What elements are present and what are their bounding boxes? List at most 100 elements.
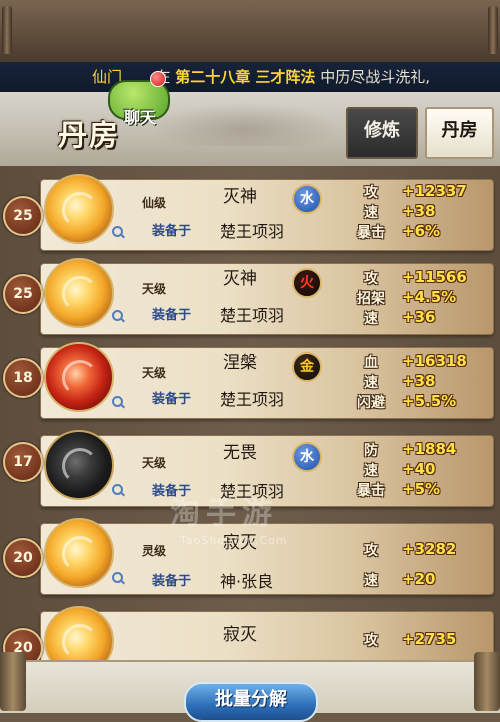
orb-swirl (62, 192, 98, 228)
batch-decompose-button[interactable]: 批量分解 (184, 682, 318, 722)
rank-label: 天级 (142, 282, 167, 296)
orb-swirl (62, 448, 98, 484)
pill-orb-icon[interactable] (44, 518, 114, 588)
system-ticker: 仙门 在 第二十八章 三才阵法 中历尽战斗洗礼, (0, 62, 500, 94)
magnify-icon[interactable] (112, 310, 124, 322)
stat-row: 攻 +2735 (350, 630, 490, 650)
stat-value: +6% (402, 222, 441, 240)
stat-value: +40 (402, 460, 436, 478)
element-metal-icon: 金 (292, 352, 322, 382)
scroll-roll-right (474, 652, 500, 711)
stat-value: +5% (402, 480, 441, 498)
item-list[interactable]: 25 仙级 灭神 水 装备于 楚王项羽 攻 +12337 速 +38 暴击 +6% 2… (0, 166, 500, 711)
stat-name: 防 (364, 443, 378, 459)
ticker-chapter: 第二十八章 三才阵法 (175, 68, 316, 86)
item-name: 无畏 (223, 443, 257, 463)
stat-name: 招架 (357, 291, 385, 307)
element-fire-icon: 火 (292, 268, 322, 298)
stat-row: 防 +1884 (350, 440, 490, 460)
pill-orb-icon[interactable] (44, 258, 114, 328)
stat-row: 速 +38 (350, 372, 490, 392)
magnify-icon[interactable] (112, 572, 124, 584)
stat-name: 速 (364, 573, 378, 589)
level-badge: 17 (3, 442, 43, 482)
equip-hero: 楚王项羽 (220, 306, 285, 325)
watermark-url: TaoShouYou.Com (180, 534, 288, 547)
stat-row: 速 +40 (350, 460, 490, 480)
stat-value: +38 (402, 202, 436, 220)
equip-hero: 楚王项羽 (220, 390, 285, 409)
stat-name: 速 (364, 375, 378, 391)
stat-row: 招架 +4.5% (350, 288, 490, 308)
stat-value: +38 (402, 372, 436, 390)
equip-label: 装备于 (152, 392, 192, 407)
orb-swirl (62, 536, 98, 572)
stat-row: 攻 +3282 (350, 540, 490, 560)
level-badge: 25 (3, 274, 43, 314)
stat-row: 速 +36 (350, 308, 490, 328)
stat-row: 暴击 +5% (350, 480, 490, 500)
top-frame (0, 0, 500, 65)
stat-row: 攻 +12337 (350, 182, 490, 202)
stat-row: 血 +16318 (350, 352, 490, 372)
equip-label: 装备于 (152, 574, 192, 589)
equip-hero: 楚王项羽 (220, 222, 285, 241)
stat-value: +4.5% (402, 288, 457, 306)
element-water-icon: 水 (292, 184, 322, 214)
stat-row: 暴击 +6% (350, 222, 490, 242)
equip-label: 装备于 (152, 308, 192, 323)
stat-name: 速 (364, 463, 378, 479)
tab-danfang[interactable]: 丹房 (425, 107, 494, 159)
rank-label: 仙级 (142, 196, 167, 210)
scroll-roll-left (0, 652, 26, 711)
magnify-icon[interactable] (112, 484, 124, 496)
stat-name: 暴击 (357, 483, 385, 499)
stat-name: 暴击 (357, 225, 385, 241)
stat-value: +1884 (402, 440, 457, 458)
stat-row: 攻 +11566 (350, 268, 490, 288)
rank-label: 天级 (142, 366, 167, 380)
list-item[interactable]: 25 仙级 灭神 水 装备于 楚王项羽 攻 +12337 速 +38 暴击 +6% (0, 174, 500, 251)
ticker-text-b: 中历尽战斗洗礼, (320, 68, 430, 86)
orb-swirl (62, 624, 98, 660)
watermark-logo: 淘手游 (170, 496, 278, 531)
pill-orb-icon[interactable] (44, 342, 114, 412)
stat-row: 速 +38 (350, 202, 490, 222)
stat-name: 攻 (364, 271, 378, 287)
rank-label: 灵级 (142, 544, 167, 558)
stat-value: +5.5% (402, 392, 457, 410)
stat-row: 速 +20 (350, 570, 490, 590)
level-badge: 20 (3, 538, 43, 578)
rank-label: 天级 (142, 456, 167, 470)
list-item[interactable]: 25 天级 灭神 火 装备于 楚王项羽 攻 +11566 招架 +4.5% 速 +36 (0, 258, 500, 335)
magnify-icon[interactable] (112, 396, 124, 408)
equip-label: 装备于 (152, 224, 192, 239)
stat-value: +20 (402, 570, 436, 588)
stat-value: +3282 (402, 540, 457, 558)
item-name: 寂灭 (223, 625, 257, 645)
level-badge: 18 (3, 358, 43, 398)
stat-value: +12337 (402, 182, 467, 200)
stat-name: 攻 (364, 633, 378, 649)
stat-name: 攻 (364, 185, 378, 201)
page-title: 丹房 (58, 118, 121, 152)
element-water-icon: 水 (292, 442, 322, 472)
stat-value: +2735 (402, 630, 457, 648)
item-name: 灭神 (223, 187, 257, 207)
notification-dot-icon (150, 71, 166, 87)
chat-button-label[interactable]: 聊天 (124, 104, 156, 128)
pill-orb-icon[interactable] (44, 430, 114, 500)
magnify-icon[interactable] (112, 226, 124, 238)
tab-refine[interactable]: 修炼 (346, 107, 418, 159)
stat-value: +16318 (402, 352, 467, 370)
list-item[interactable]: 18 天级 涅槃 金 装备于 楚王项羽 血 +16318 速 +38 闪避 +5.5% (0, 342, 500, 419)
stat-name: 攻 (364, 543, 378, 559)
stat-value: +11566 (402, 268, 467, 286)
item-name: 涅槃 (223, 353, 257, 373)
stat-name: 速 (364, 205, 378, 221)
stat-value: +36 (402, 308, 436, 326)
equip-hero: 神·张良 (220, 572, 274, 591)
orb-swirl (62, 360, 98, 396)
pill-orb-icon[interactable] (44, 174, 114, 244)
stat-name: 速 (364, 311, 378, 327)
